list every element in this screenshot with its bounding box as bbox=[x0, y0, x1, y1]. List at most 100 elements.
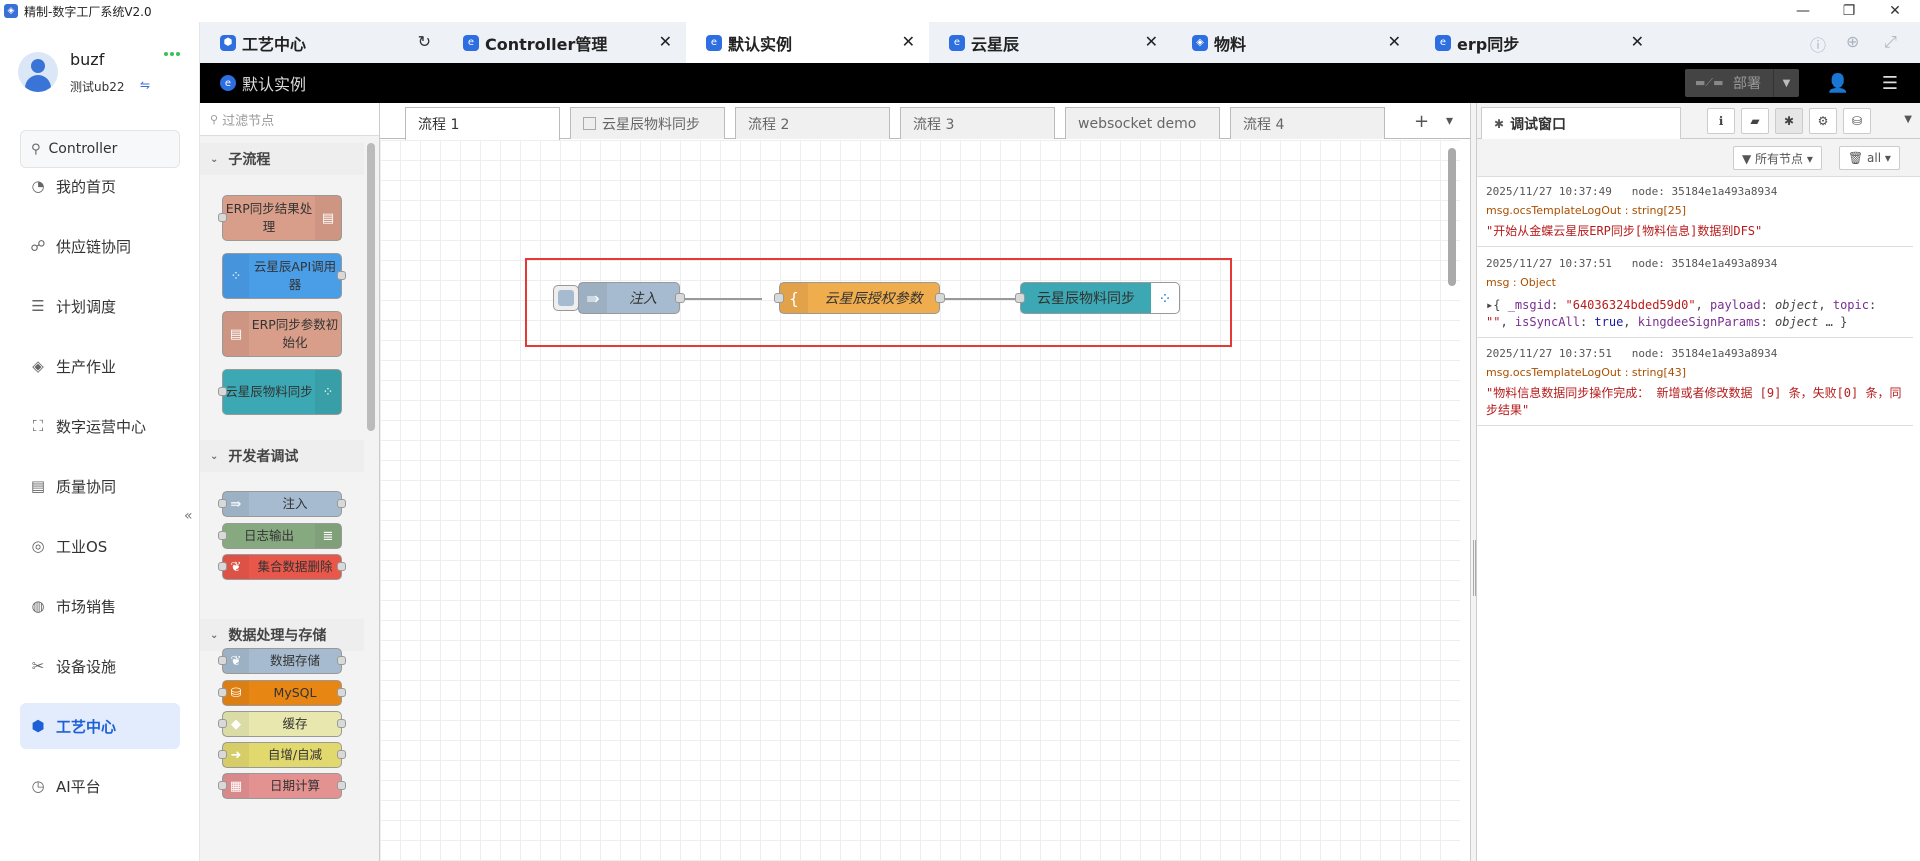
minimize-icon[interactable]: — bbox=[1780, 0, 1826, 22]
message-node[interactable]: node: 35184e1a493a8934 bbox=[1632, 347, 1778, 360]
book-icon[interactable]: ▰ bbox=[1741, 108, 1769, 134]
output-port[interactable] bbox=[935, 293, 945, 303]
message-node[interactable]: node: 35184e1a493a8934 bbox=[1632, 185, 1778, 198]
message-topic: msg.ocsTemplateLogOut : string[43] bbox=[1486, 366, 1687, 379]
palette-node-11[interactable]: ▦ 日期计算 bbox=[218, 773, 346, 799]
palette-node-3[interactable]: 云星辰物料同步 ⁘ bbox=[218, 369, 342, 415]
sidebar-item-10[interactable]: ◷ AI平台 bbox=[20, 763, 180, 809]
inject-trigger-button[interactable] bbox=[553, 285, 579, 311]
download-icon[interactable]: ⊕ bbox=[1846, 32, 1859, 51]
palette-scrollbar[interactable] bbox=[367, 143, 375, 431]
deploy-button[interactable]: ▬⟋▬ 部署 ▼ bbox=[1685, 69, 1799, 97]
flow-tab-0[interactable]: 流程 1 bbox=[405, 107, 560, 140]
close-tab-icon[interactable]: ✕ bbox=[902, 32, 915, 51]
palette-node-4[interactable]: ⇛ 注入 bbox=[218, 491, 346, 517]
sidebar-item-8[interactable]: ✂ 设备设施 bbox=[20, 643, 180, 689]
palette-node-6[interactable]: ❦ 集合数据删除 bbox=[218, 554, 346, 580]
avatar[interactable] bbox=[18, 52, 58, 92]
palette-category-0[interactable]: ⌄ 子流程 bbox=[200, 143, 364, 175]
sidebar-item-2[interactable]: ☰ 计划调度 bbox=[20, 283, 180, 329]
debug-message: 2025/11/27 10:37:51 node: 35184e1a493a89… bbox=[1477, 251, 1913, 338]
close-tab-icon[interactable]: ✕ bbox=[1145, 32, 1158, 51]
flow-tab-3[interactable]: 流程 3 bbox=[900, 107, 1055, 139]
palette-filter-input[interactable]: ⚲ 过滤节点 bbox=[200, 103, 379, 136]
sidebar-item-6[interactable]: ◎ 工业OS bbox=[20, 523, 180, 569]
palette-node-7[interactable]: ❦ 数据存储 bbox=[218, 648, 346, 674]
tab-5[interactable]: e erp同步 ✕ bbox=[1415, 22, 1658, 63]
panel-splitter[interactable] bbox=[1470, 103, 1477, 861]
sidebar-item-1[interactable]: ☍ 供应链协同 bbox=[20, 223, 180, 269]
canvas-scrollbar[interactable] bbox=[1448, 148, 1456, 286]
tab-2[interactable]: e 默认实例 ✕ bbox=[686, 22, 929, 63]
clear-all-button[interactable]: 🗑 all ▾ bbox=[1839, 146, 1900, 170]
palette-category-1[interactable]: ⌄ 开发者调试 bbox=[200, 440, 364, 472]
palette-node-2[interactable]: ▤ ERP同步参数初始化 bbox=[222, 311, 342, 357]
flow-node-inject[interactable]: ⇛ 注入 bbox=[578, 282, 680, 314]
flow-tab-4[interactable]: websocket demo bbox=[1065, 107, 1220, 139]
flow-tab-label: 流程 2 bbox=[748, 116, 790, 133]
palette-node-label: 自增/自减 bbox=[267, 747, 323, 762]
flow-tab-1[interactable]: 云星辰物料同步 bbox=[570, 107, 725, 139]
flow-node-subflow[interactable]: 云星辰物料同步 ⁘ bbox=[1020, 282, 1180, 314]
sidebar-item-3[interactable]: ◈ 生产作业 bbox=[20, 343, 180, 389]
sidebar-item-9[interactable]: ⬢ 工艺中心 bbox=[20, 703, 180, 749]
message-value: "物料信息数据同步操作完成： 新增或者修改数据 [9] 条，失败[0] 条，同步… bbox=[1486, 386, 1902, 417]
output-port[interactable] bbox=[675, 293, 685, 303]
tab-debug[interactable]: ✱ 调试窗口 bbox=[1481, 107, 1681, 139]
tab-1[interactable]: e Controller管理 ✕ bbox=[443, 22, 686, 63]
input-port[interactable] bbox=[1015, 293, 1025, 303]
splitter-handle[interactable] bbox=[1473, 540, 1476, 596]
refresh-icon[interactable]: ↻ bbox=[418, 32, 431, 51]
sidebar-item-5[interactable]: ▤ 质量协同 bbox=[20, 463, 180, 509]
tab-4[interactable]: ◈ 物料 ✕ bbox=[1172, 22, 1415, 63]
palette-node-1[interactable]: ⁘ 云星辰API调用器 bbox=[222, 253, 346, 299]
palette-node-icon: ≣ bbox=[315, 524, 341, 548]
app-logo-icon: ◈ bbox=[4, 4, 18, 18]
switch-org-icon[interactable]: ⇋ bbox=[140, 78, 150, 92]
user-icon[interactable]: 👤 bbox=[1824, 69, 1852, 97]
info-icon[interactable]: ℹ bbox=[1707, 108, 1735, 134]
close-icon[interactable]: ✕ bbox=[1872, 0, 1918, 22]
expand-toggle[interactable]: ▸{ bbox=[1486, 298, 1508, 312]
palette-node-0[interactable]: ERP同步结果处理 ▤ bbox=[218, 195, 342, 241]
sidebar-item-7[interactable]: ◍ 市场销售 bbox=[20, 583, 180, 629]
collapse-sidebar-icon[interactable]: « bbox=[184, 508, 193, 524]
palette-category-2[interactable]: ⌄ 数据处理与存储 bbox=[200, 619, 364, 651]
bug-icon[interactable]: ✱ bbox=[1775, 108, 1803, 134]
fullscreen-icon[interactable]: ⤢ bbox=[1884, 32, 1897, 52]
gear-icon[interactable]: ⚙ bbox=[1809, 108, 1837, 134]
close-tab-icon[interactable]: ✕ bbox=[1388, 32, 1401, 51]
flow-node-template[interactable]: { 云星辰授权参数 bbox=[779, 282, 940, 314]
palette-node-9[interactable]: ◆ 缓存 bbox=[218, 711, 346, 737]
add-flow-icon[interactable]: + bbox=[1414, 111, 1429, 132]
flow-canvas[interactable]: ⇛ 注入 { 云星辰授权参数 云星辰物料同步 ⁘ bbox=[380, 140, 1460, 861]
close-tab-icon[interactable]: ✕ bbox=[1631, 32, 1644, 51]
flow-wire[interactable] bbox=[680, 298, 762, 300]
input-port[interactable] bbox=[774, 293, 784, 303]
filter-nodes-button[interactable]: ▼ 所有节点 ▾ bbox=[1733, 146, 1822, 170]
deploy-dropdown-icon[interactable]: ▼ bbox=[1773, 69, 1799, 97]
sidebar-item-4[interactable]: ⛶ 数字运营中心 bbox=[20, 403, 180, 449]
database-icon[interactable]: ⛁ bbox=[1843, 108, 1871, 134]
maximize-icon[interactable]: ❐ bbox=[1826, 0, 1872, 22]
palette-node-8[interactable]: ⛁ MySQL bbox=[218, 680, 346, 706]
palette-node-icon: ▤ bbox=[315, 196, 341, 240]
notification-icon[interactable]: ⓘ bbox=[1810, 32, 1826, 56]
tab-3[interactable]: e 云星辰 ✕ bbox=[929, 22, 1172, 63]
flow-node-label: 注入 bbox=[629, 291, 657, 307]
message-object[interactable]: ▸{ _msgid: "64036324bded59d0", payload: … bbox=[1486, 297, 1905, 331]
message-node[interactable]: node: 35184e1a493a8934 bbox=[1632, 257, 1778, 270]
flow-tab-5[interactable]: 流程 4 bbox=[1230, 107, 1385, 139]
sidebar-item-0[interactable]: ◔ 我的首页 bbox=[20, 163, 180, 209]
main-menu-icon[interactable]: ☰ bbox=[1876, 69, 1904, 97]
flow-menu-icon[interactable]: ▾ bbox=[1446, 113, 1453, 129]
sidebar-dropdown-icon[interactable]: ▼ bbox=[1904, 114, 1912, 125]
flow-wire[interactable] bbox=[942, 298, 1024, 300]
palette-node-label: 数据存储 bbox=[269, 653, 320, 668]
tab-0[interactable]: ⬢ 工艺中心 ↻ bbox=[200, 22, 443, 63]
close-tab-icon[interactable]: ✕ bbox=[659, 32, 672, 51]
palette-node-5[interactable]: 日志输出 ≣ bbox=[218, 523, 342, 549]
search-value[interactable]: Controller bbox=[49, 141, 118, 157]
palette-node-10[interactable]: ➜ 自增/自减 bbox=[218, 742, 346, 768]
flow-tab-2[interactable]: 流程 2 bbox=[735, 107, 890, 139]
